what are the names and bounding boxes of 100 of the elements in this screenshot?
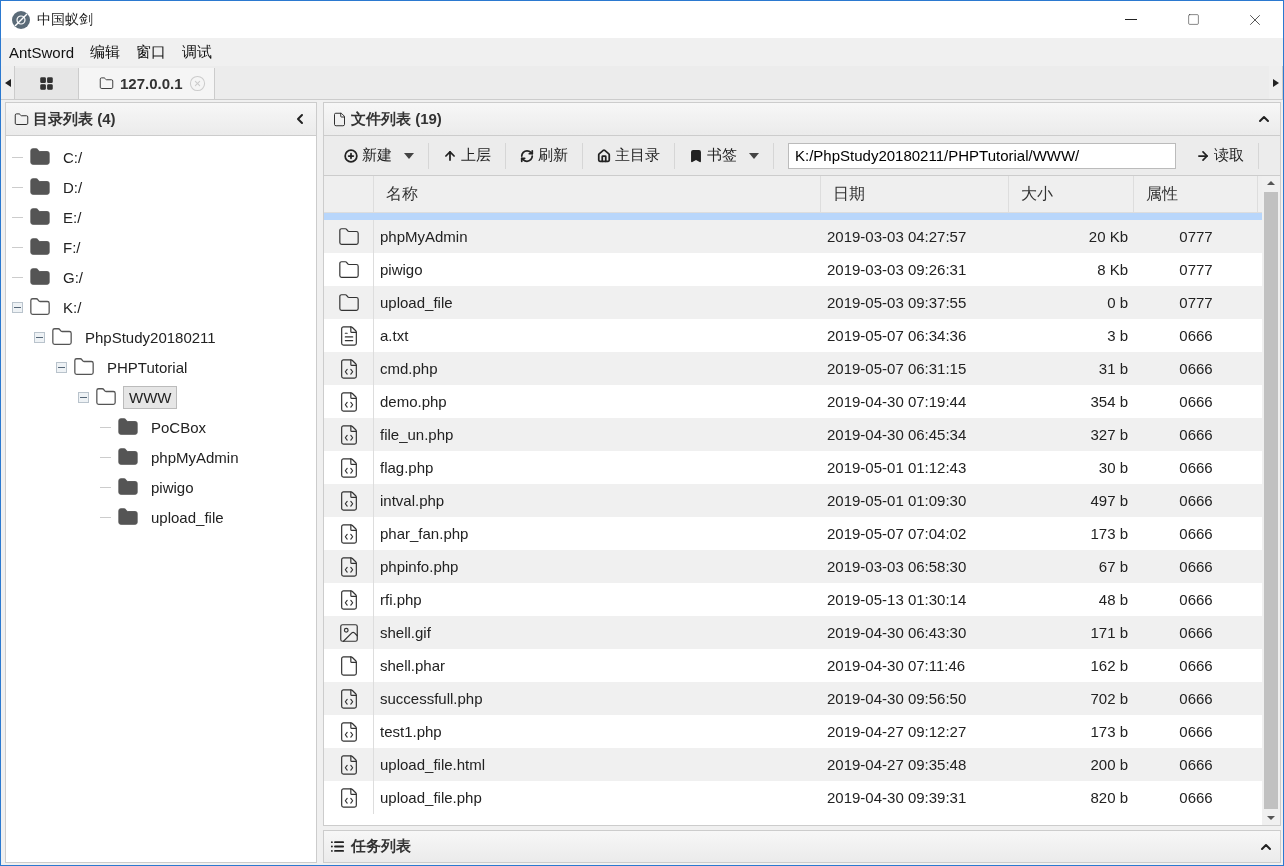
toolbar-button[interactable]: 主目录 — [583, 142, 675, 169]
attribute-cell-text: 0666 — [1178, 656, 1214, 676]
size-cell-text: 702 b — [1089, 689, 1129, 709]
attribute-cell-text: 0666 — [1178, 623, 1214, 643]
folder-icon — [73, 356, 95, 378]
image-file-icon — [337, 621, 360, 644]
attribute-cell-text: 0666 — [1178, 359, 1214, 379]
app-logo-icon — [11, 9, 31, 30]
file-name[interactable]: phpinfo.php — [374, 550, 821, 583]
date-cell-text: 2019-04-27 09:12:27 — [826, 722, 968, 742]
file-name[interactable]: demo.php — [374, 385, 821, 418]
tree-item[interactable]: C:/ — [57, 145, 89, 169]
tree-item[interactable]: F:/ — [57, 235, 87, 259]
maximize-icon — [1186, 13, 1200, 26]
folder-icon — [29, 206, 51, 228]
tree-item[interactable]: piwigo — [145, 475, 200, 499]
menu-item[interactable]: 编辑 — [90, 42, 137, 62]
vertical-scrollbar[interactable] — [1262, 176, 1280, 825]
menu-item[interactable]: 窗口 — [136, 42, 183, 62]
size-cell-text: 0 b — [1106, 293, 1129, 313]
tree-item[interactable]: PoCBox — [145, 415, 213, 439]
file-name[interactable]: test1.php — [374, 715, 821, 748]
file-name[interactable]: phar_fan.php — [374, 517, 821, 550]
folder-icon — [117, 446, 139, 468]
collapse-toggle[interactable] — [34, 331, 45, 343]
tree-item[interactable]: phpMyAdmin — [145, 445, 245, 469]
arrow-up-icon — [443, 148, 457, 163]
read-button[interactable]: 读取 — [1182, 142, 1259, 169]
column-header[interactable]: 大小 — [1009, 176, 1134, 212]
file-name[interactable]: upload_file.php — [374, 781, 821, 814]
file-name[interactable]: successfull.php — [374, 682, 821, 715]
attribute-cell-text: 0666 — [1178, 557, 1214, 577]
toolbar-button[interactable]: 上层 — [429, 142, 506, 169]
file-icon — [332, 111, 347, 127]
date-cell-text: 2019-04-27 09:35:48 — [826, 755, 968, 775]
file-name[interactable]: shell.gif — [374, 616, 821, 649]
date-cell-text: 2019-04-30 06:45:34 — [826, 425, 968, 445]
file-name[interactable]: flag.php — [374, 451, 821, 484]
bookmark-icon — [689, 148, 703, 163]
size-cell-text: 20 Kb — [1087, 227, 1129, 247]
attribute-cell-text: 0666 — [1178, 755, 1214, 775]
grid-icon — [39, 76, 54, 91]
attribute-cell-text: 0666 — [1178, 689, 1214, 709]
date-cell-text: 2019-04-30 06:43:30 — [826, 623, 968, 643]
tree-item[interactable]: E:/ — [57, 205, 88, 229]
tree-item[interactable]: upload_file — [145, 505, 230, 529]
tree-item[interactable]: PHPTutorial — [101, 355, 194, 379]
attribute-cell-text: 0666 — [1178, 458, 1214, 478]
date-cell-text: 2019-05-07 06:34:36 — [826, 326, 968, 346]
attribute-cell-text: 0666 — [1178, 392, 1214, 412]
menu-item[interactable]: 调试 — [182, 42, 229, 62]
collapse-toggle[interactable] — [56, 361, 67, 373]
folder-icon — [95, 386, 117, 408]
tree-item[interactable]: D:/ — [57, 175, 89, 199]
file-name[interactable]: upload_file — [374, 286, 821, 319]
date-cell-text: 2019-03-03 09:26:31 — [826, 260, 968, 280]
collapse-toggle[interactable] — [78, 391, 89, 403]
size-cell-text: 3 b — [1106, 326, 1129, 346]
tree-item[interactable]: K:/ — [57, 295, 88, 319]
attribute-cell-text: 0777 — [1178, 260, 1214, 280]
file-name[interactable]: a.txt — [374, 319, 821, 352]
window-title: 中国蚁剑 — [37, 10, 94, 29]
date-cell-text: 2019-05-01 01:09:30 — [826, 491, 968, 511]
attribute-cell-text: 0777 — [1178, 293, 1214, 313]
file-name[interactable]: rfi.php — [374, 583, 821, 616]
panel-title: 文件列表 (19) — [351, 109, 443, 129]
folder-icon — [117, 476, 139, 498]
folder-icon — [117, 416, 139, 438]
file-name[interactable]: phpMyAdmin — [374, 220, 821, 253]
tree-item[interactable]: PhpStudy20180211 — [79, 325, 222, 349]
home-tab[interactable] — [15, 68, 79, 99]
date-cell-text: 2019-03-03 04:27:57 — [826, 227, 968, 247]
collapse-toggle[interactable] — [12, 301, 23, 313]
tree-item[interactable]: WWW — [123, 385, 178, 409]
path-field[interactable]: K:/PhpStudy20180211/PHPTutorial/WWW/ — [788, 142, 1176, 169]
column-header[interactable]: 日期 — [821, 176, 1009, 212]
attribute-cell-text: 0666 — [1178, 491, 1214, 511]
file-name[interactable]: upload_file.html — [374, 748, 821, 781]
size-cell-text: 67 b — [1097, 557, 1129, 577]
triangle-left-icon — [4, 78, 11, 87]
toolbar-button[interactable]: 刷新 — [506, 142, 583, 169]
file-name[interactable]: cmd.php — [374, 352, 821, 385]
column-header[interactable]: 名称 — [374, 176, 821, 212]
date-cell-text: 2019-03-03 06:58:30 — [826, 557, 968, 577]
file-name[interactable]: piwigo — [374, 253, 821, 286]
menu-item[interactable]: AntSword — [9, 43, 91, 61]
tab[interactable]: 127.0.0.1 — [79, 68, 215, 99]
caret-icon — [749, 152, 759, 159]
file-name[interactable]: file_un.php — [374, 418, 821, 451]
attribute-cell-text: 0666 — [1178, 326, 1214, 346]
toolbar-button[interactable]: 新建 — [330, 142, 429, 169]
toolbar-button[interactable]: 书签 — [675, 142, 774, 169]
attribute-cell-text: 0666 — [1178, 590, 1214, 610]
panel-title: 目录列表 (4) — [33, 109, 117, 129]
file-name[interactable]: intval.php — [374, 484, 821, 517]
folder-icon — [29, 266, 51, 288]
refresh-icon — [520, 148, 534, 163]
tree-item[interactable]: G:/ — [57, 265, 89, 289]
file-name[interactable]: shell.phar — [374, 649, 821, 682]
column-header[interactable]: 属性 — [1134, 176, 1258, 212]
